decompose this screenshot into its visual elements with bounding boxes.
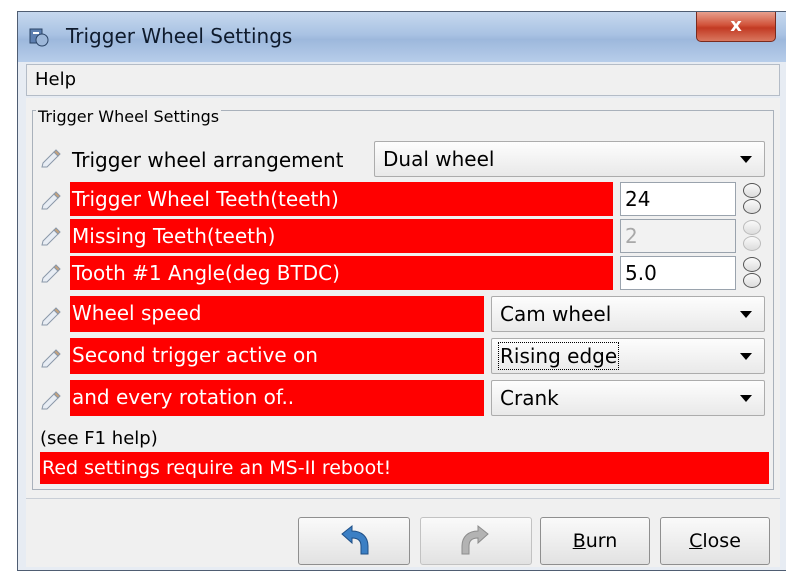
pencil-icon: [41, 264, 61, 283]
label-tooth-1-angle: Tooth #1 Angle(deg BTDC): [70, 256, 613, 290]
chevron-down-icon: [740, 156, 752, 163]
burn-label-rest: urn: [585, 530, 618, 552]
label-every-rotation-of: and every rotation of..: [70, 380, 484, 416]
spinner-icon[interactable]: [743, 183, 761, 215]
trigger-wheel-teeth-input[interactable]: 24: [620, 182, 736, 216]
spinner-icon: [743, 220, 761, 252]
pencil-icon: [41, 349, 61, 368]
chevron-down-icon: [740, 353, 752, 360]
second-trigger-value: Rising edge: [497, 342, 620, 370]
burn-button[interactable]: Burn: [540, 517, 650, 565]
close-window-button[interactable]: x: [696, 12, 776, 42]
undo-button[interactable]: [298, 517, 410, 565]
rotation-select[interactable]: Crank: [491, 380, 765, 416]
settings-window: Trigger Wheel Settings x Help Trigger Wh…: [17, 11, 786, 571]
app-icon: [29, 28, 49, 47]
menu-bar: Help: [26, 64, 780, 96]
label-missing-teeth: Missing Teeth(teeth): [70, 219, 613, 253]
pencil-icon: [41, 191, 61, 210]
tooth-1-angle-input[interactable]: 5.0: [620, 256, 736, 290]
rotation-value: Crank: [500, 386, 559, 410]
reboot-warning: Red settings require an MS-II reboot!: [40, 452, 769, 484]
pencil-icon: [41, 391, 61, 410]
label-wheel-speed: Wheel speed: [70, 296, 484, 332]
missing-teeth-input: 2: [620, 219, 736, 253]
chevron-down-icon: [740, 311, 752, 318]
f1-help-hint: (see F1 help): [40, 428, 158, 449]
undo-icon: [341, 524, 369, 555]
pencil-icon: [41, 149, 61, 168]
label-trigger-wheel-teeth: Trigger Wheel Teeth(teeth): [70, 182, 613, 216]
redo-icon: [461, 524, 489, 555]
pencil-icon: [41, 227, 61, 246]
close-label-rest: lose: [702, 530, 741, 552]
pencil-icon: [41, 307, 61, 326]
wheel-speed-value: Cam wheel: [500, 302, 612, 326]
button-bar: Burn Close: [26, 498, 780, 567]
close-icon: x: [730, 15, 742, 36]
label-second-trigger-active-on: Second trigger active on: [70, 338, 484, 374]
group-legend: Trigger Wheel Settings: [36, 107, 222, 126]
window-title: Trigger Wheel Settings: [66, 24, 293, 48]
menu-help[interactable]: Help: [35, 69, 76, 90]
close-button[interactable]: Close: [660, 517, 770, 565]
spinner-icon[interactable]: [743, 257, 761, 289]
trigger-wheel-arrangement-select[interactable]: Dual wheel: [374, 141, 765, 177]
wheel-speed-select[interactable]: Cam wheel: [491, 296, 765, 332]
burn-label-mnemonic: B: [572, 530, 586, 552]
close-label-mnemonic: C: [689, 530, 703, 552]
arrangement-value: Dual wheel: [383, 147, 495, 171]
second-trigger-select[interactable]: Rising edge: [491, 338, 765, 374]
title-bar[interactable]: Trigger Wheel Settings x: [18, 12, 786, 62]
label-trigger-wheel-arrangement: Trigger wheel arrangement: [72, 148, 344, 172]
chevron-down-icon: [740, 395, 752, 402]
redo-button: [420, 517, 532, 565]
